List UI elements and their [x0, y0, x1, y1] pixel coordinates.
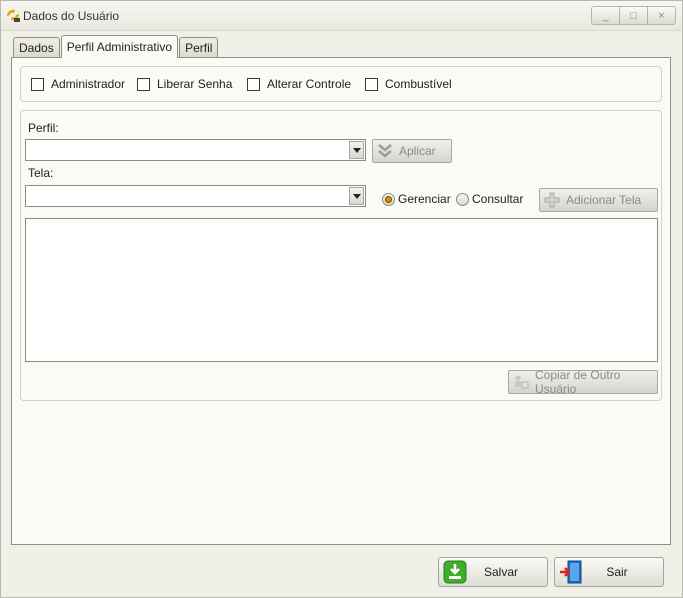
radio-dot[interactable] [382, 192, 395, 206]
profile-group: Perfil: Aplicar Tela: Gerenciar Consulta [20, 110, 662, 401]
dropdown-arrow-icon[interactable] [349, 187, 364, 205]
tela-label: Tela: [28, 166, 54, 180]
aplicar-button[interactable]: Aplicar [372, 139, 452, 163]
tab-strip: Dados Perfil Administrativo Perfil [13, 35, 219, 58]
tab-perfil[interactable]: Perfil [179, 37, 219, 58]
radio-consultar[interactable]: Consultar [456, 192, 523, 206]
radio-gerenciar[interactable]: Gerenciar [382, 192, 451, 206]
adicionar-tela-label: Adicionar Tela [566, 193, 642, 207]
window-controls: _ □ × [591, 6, 676, 25]
window-title: Dados do Usuário [23, 9, 120, 23]
double-chevron-down-icon [377, 143, 393, 159]
checkbox-label: Combustível [385, 77, 452, 91]
tab-perfil-administrativo[interactable]: Perfil Administrativo [60, 35, 179, 58]
perfil-combobox[interactable] [25, 139, 366, 161]
exit-door-icon [560, 560, 582, 584]
checkbox-combustivel[interactable]: Combustível [365, 77, 452, 91]
checkbox-label: Alterar Controle [267, 77, 352, 91]
checkbox-administrador[interactable]: Administrador [31, 77, 125, 91]
sair-label: Sair [606, 565, 628, 579]
copy-user-icon [513, 374, 529, 390]
tab-dados[interactable]: Dados [13, 37, 60, 58]
aplicar-label: Aplicar [399, 144, 436, 158]
permissions-group: Administrador Liberar Senha Alterar Cont… [20, 66, 662, 102]
perfil-label: Perfil: [28, 121, 59, 135]
checkbox-label: Liberar Senha [157, 77, 233, 91]
checkbox-box[interactable] [137, 77, 150, 91]
user-data-window: Dados do Usuário _ □ × Dados Perfil Admi… [0, 0, 683, 598]
plus-icon [544, 192, 560, 208]
radio-label: Gerenciar [398, 192, 451, 206]
adicionar-tela-button[interactable]: Adicionar Tela [539, 188, 658, 212]
minimize-button[interactable]: _ [591, 6, 620, 25]
maximize-button[interactable]: □ [619, 6, 648, 25]
copiar-usuario-button[interactable]: Copiar de Outro Usuário [508, 368, 658, 396]
salvar-label: Salvar [483, 565, 518, 579]
tab-panel-perfil-administrativo: Administrador Liberar Senha Alterar Cont… [11, 57, 671, 545]
tela-combobox[interactable] [25, 185, 366, 207]
salvar-button[interactable]: Salvar [438, 557, 548, 587]
app-logo-icon [7, 9, 20, 22]
radio-label: Consultar [472, 192, 524, 206]
checkbox-box[interactable] [365, 77, 378, 91]
checkbox-label: Administrador [51, 77, 126, 91]
close-button[interactable]: × [647, 6, 676, 25]
checkbox-liberar-senha[interactable]: Liberar Senha [137, 77, 232, 91]
dropdown-arrow-icon[interactable] [349, 141, 364, 159]
save-download-icon [443, 560, 467, 584]
checkbox-box[interactable] [31, 77, 44, 91]
telas-list[interactable] [25, 218, 658, 362]
copiar-usuario-label: Copiar de Outro Usuário [535, 368, 621, 396]
checkbox-alterar-controle[interactable]: Alterar Controle [247, 77, 351, 91]
checkbox-box[interactable] [247, 77, 260, 91]
radio-dot[interactable] [456, 192, 469, 206]
sair-button[interactable]: Sair [554, 557, 664, 587]
title-bar[interactable]: Dados do Usuário _ □ × [1, 1, 682, 31]
